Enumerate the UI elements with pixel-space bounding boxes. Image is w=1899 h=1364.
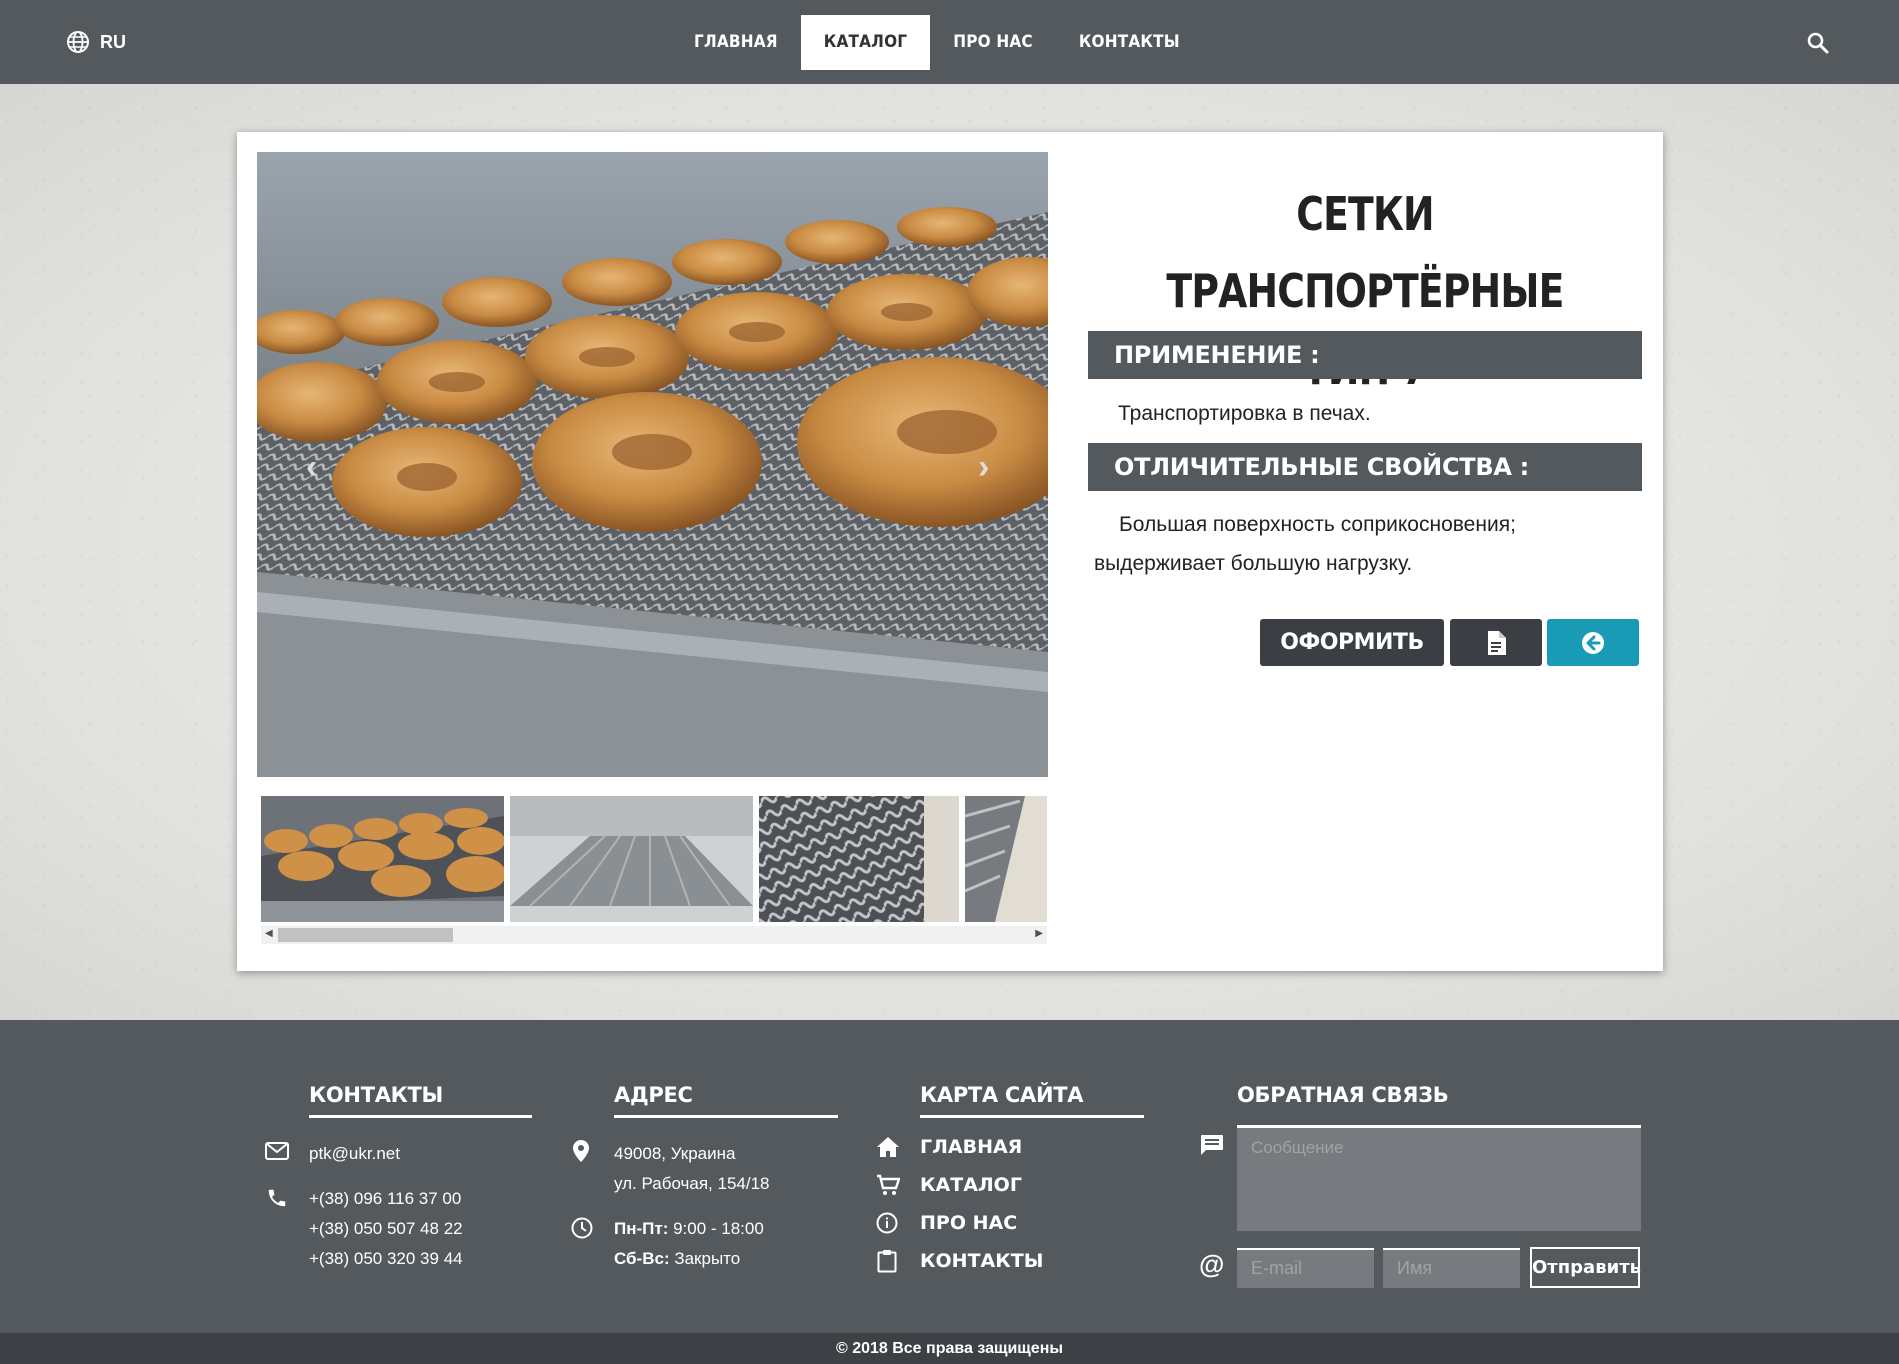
contact-phone-1[interactable]: +(38) 096 116 37 00 bbox=[309, 1184, 461, 1214]
address-line2: ул. Рабочая, 154/18 bbox=[614, 1174, 770, 1193]
thumbnail-scrollbar[interactable]: ◀ ▶ bbox=[261, 926, 1047, 944]
message-icon bbox=[1201, 1135, 1223, 1155]
clipboard-icon bbox=[877, 1250, 897, 1273]
footer-feedback-heading: ОБРАТНАЯ СВЯЗЬ bbox=[1237, 1083, 1449, 1107]
email-input[interactable]: E-mail bbox=[1237, 1248, 1374, 1288]
thumbnail-1[interactable] bbox=[261, 796, 504, 922]
sitemap-link-about[interactable]: ПРО НАС bbox=[920, 1212, 1017, 1234]
scroll-left-arrow-icon[interactable]: ◀ bbox=[265, 928, 273, 939]
product-main-image bbox=[257, 152, 1048, 777]
product-title-line1: СЕТКИ ТРАНСПОРТЁРНЫЕ bbox=[1166, 187, 1564, 318]
footer-sitemap-heading: КАРТА САЙТА bbox=[920, 1083, 1084, 1107]
scrollbar-thumb[interactable] bbox=[278, 928, 453, 942]
contact-phone-3[interactable]: +(38) 050 320 39 44 bbox=[309, 1244, 463, 1274]
document-button[interactable] bbox=[1450, 619, 1542, 666]
address-line1: 49008, Украина bbox=[614, 1144, 736, 1163]
sitemap-link-catalog[interactable]: КАТАЛОГ bbox=[920, 1174, 1022, 1196]
gallery-thumbnails bbox=[261, 796, 1047, 922]
main-nav: ГЛАВНАЯ КАТАЛОГ ПРО НАС КОНТАКТЫ bbox=[671, 15, 1203, 70]
home-icon bbox=[877, 1137, 899, 1157]
gallery-next-arrow[interactable]: › bbox=[978, 448, 989, 487]
gallery-prev-arrow[interactable]: ‹ bbox=[306, 448, 317, 487]
at-icon: @ bbox=[1199, 1249, 1225, 1279]
footer-address-heading: АДРЕС bbox=[614, 1083, 693, 1107]
divider bbox=[309, 1115, 532, 1118]
features-text-line1: Большая поверхность соприкосновения; bbox=[1119, 513, 1516, 536]
thumbnail-3[interactable] bbox=[759, 796, 959, 922]
nav-home[interactable]: ГЛАВНАЯ bbox=[671, 15, 801, 70]
clock-icon bbox=[571, 1217, 593, 1239]
hours-weekdays-label: Пн-Пт: bbox=[614, 1219, 669, 1238]
application-heading: ПРИМЕНЕНИЕ : bbox=[1088, 331, 1642, 379]
language-switcher[interactable]: RU bbox=[66, 30, 126, 54]
hours-weekend: Сб-Вс: Закрыто bbox=[614, 1244, 740, 1274]
document-icon bbox=[1488, 630, 1506, 655]
nav-catalog[interactable]: КАТАЛОГ bbox=[800, 15, 931, 70]
thumbnail-2[interactable] bbox=[510, 796, 753, 922]
application-text: Транспортировка в печах. bbox=[1118, 402, 1371, 425]
map-pin-icon bbox=[573, 1140, 589, 1162]
arrow-left-circle-icon bbox=[1582, 631, 1604, 654]
features-heading: ОТЛИЧИТЕЛЬНЫЕ СВОЙСТВА : bbox=[1088, 443, 1642, 491]
back-button[interactable] bbox=[1547, 619, 1639, 666]
features-text: Большая поверхность соприкосновения; выд… bbox=[1094, 505, 1634, 583]
footer-contacts-heading: КОНТАКТЫ bbox=[309, 1083, 444, 1107]
hours-weekdays: Пн-Пт: 9:00 - 18:00 bbox=[614, 1214, 764, 1244]
message-textarea[interactable]: Сообщение bbox=[1237, 1125, 1641, 1231]
phone-icon bbox=[268, 1189, 286, 1207]
globe-icon bbox=[67, 31, 89, 53]
divider bbox=[920, 1115, 1144, 1118]
contact-email[interactable]: ptk@ukr.net bbox=[309, 1139, 400, 1169]
nav-contacts[interactable]: КОНТАКТЫ bbox=[1056, 15, 1203, 70]
send-button[interactable]: Отправить bbox=[1530, 1247, 1641, 1288]
features-text-line2: выдерживает большую нагрузку. bbox=[1094, 552, 1413, 575]
hours-weekend-value: Закрыто bbox=[669, 1249, 741, 1268]
cart-icon bbox=[877, 1174, 900, 1195]
hours-weekend-label: Сб-Вс: bbox=[614, 1249, 670, 1268]
hours-weekdays-value: 9:00 - 18:00 bbox=[668, 1219, 764, 1238]
top-navbar: RU ГЛАВНАЯ КАТАЛОГ ПРО НАС КОНТАКТЫ bbox=[0, 0, 1899, 84]
envelope-icon bbox=[265, 1142, 289, 1160]
order-button[interactable]: ОФОРМИТЬ bbox=[1260, 619, 1444, 666]
copyright: © 2018 Все права защищены bbox=[0, 1333, 1899, 1364]
contact-phone-2[interactable]: +(38) 050 507 48 22 bbox=[309, 1214, 463, 1244]
sitemap-link-contacts[interactable]: КОНТАКТЫ bbox=[920, 1250, 1043, 1272]
name-input[interactable]: Имя bbox=[1383, 1248, 1520, 1288]
info-icon bbox=[876, 1212, 898, 1234]
thumbnail-4[interactable] bbox=[965, 796, 1047, 922]
nav-about[interactable]: ПРО НАС bbox=[930, 15, 1056, 70]
language-label: RU bbox=[100, 31, 126, 52]
search-icon[interactable] bbox=[1806, 31, 1830, 55]
scroll-right-arrow-icon[interactable]: ▶ bbox=[1035, 928, 1043, 939]
divider bbox=[614, 1115, 838, 1118]
sitemap-link-home[interactable]: ГЛАВНАЯ bbox=[920, 1136, 1022, 1158]
